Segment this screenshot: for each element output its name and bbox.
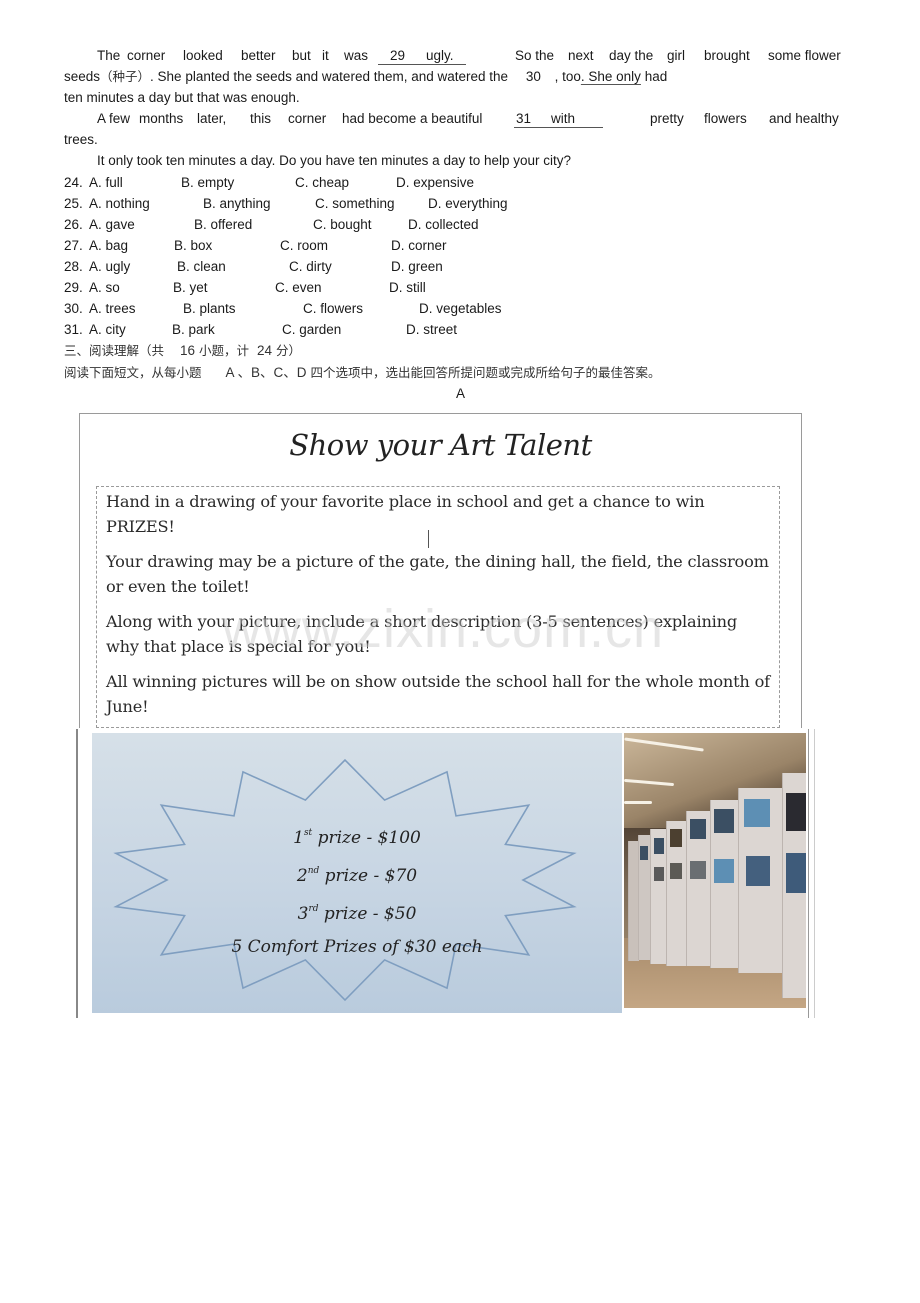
option-b: B. box: [174, 238, 213, 253]
option-b: B. empty: [181, 175, 235, 190]
question-number: 28.: [64, 259, 83, 274]
option-d: D. green: [391, 259, 443, 274]
blank-30: 30: [525, 69, 541, 84]
option-a: A. full: [89, 175, 123, 190]
option-c: C. bought: [313, 217, 372, 232]
text-cursor: [428, 530, 429, 548]
option-b: B. yet: [173, 280, 208, 295]
poster-paragraph: Hand in a drawing of your favorite place…: [106, 492, 705, 536]
option-a: A. ugly: [89, 259, 131, 274]
word: looked: [183, 48, 223, 63]
frame-border: [76, 729, 78, 1018]
word: So the: [515, 48, 555, 63]
option-d: D. expensive: [396, 175, 475, 190]
section-heading: 三、阅读理解（共 16 小题，计 24 分）: [64, 343, 302, 358]
passage-line: ten minutes a day but that was enough.: [64, 90, 300, 105]
word: next: [568, 48, 594, 63]
option-c: C. even: [275, 280, 322, 295]
question-number: 31.: [64, 322, 83, 337]
word: corner: [127, 48, 166, 63]
question-number: 30.: [64, 301, 83, 316]
word: but: [292, 48, 311, 63]
prize-item: 3rd prize - $50: [297, 904, 417, 924]
option-c: C. flowers: [303, 301, 364, 316]
option-a: A. city: [89, 322, 126, 337]
option-a: A. bag: [89, 238, 129, 253]
prize-item: 2nd prize - $70: [296, 866, 418, 886]
frame-border: [808, 729, 809, 1018]
exhibition-photo: [624, 733, 806, 1008]
word: day the: [609, 48, 654, 63]
option-c: C. dirty: [289, 259, 332, 274]
option-d: D. vegetables: [419, 301, 502, 316]
question-number: 27.: [64, 238, 83, 253]
poster: Show your Art Talent Hand in a drawing o…: [79, 413, 802, 728]
prize-list: 1st prize - $100 2nd prize - $70 3rd pri…: [92, 817, 622, 964]
word: was: [344, 48, 369, 63]
word: brought: [704, 48, 750, 63]
word: it: [322, 48, 329, 63]
option-a: A. so: [89, 280, 120, 295]
option-b: B. park: [172, 322, 215, 337]
option-b: B. plants: [183, 301, 236, 316]
word: better: [241, 48, 276, 63]
option-c: C. something: [315, 196, 395, 211]
option-b: B. offered: [194, 217, 253, 232]
option-d: D. collected: [408, 217, 479, 232]
option-b: B. clean: [177, 259, 226, 274]
option-a: A. gave: [89, 217, 135, 232]
option-b: B. anything: [203, 196, 271, 211]
poster-paragraph: Along with your picture, include a short…: [106, 612, 738, 656]
option-d: D. everything: [428, 196, 508, 211]
option-a: A. trees: [89, 301, 136, 316]
question-number: 29.: [64, 280, 83, 295]
poster-title: Show your Art Talent: [289, 428, 592, 462]
poster-text-box: Hand in a drawing of your favorite place…: [96, 486, 780, 728]
question-number: 25.: [64, 196, 83, 211]
word: The: [97, 48, 121, 63]
prize-item: 1st prize - $100: [293, 828, 421, 848]
blank-31: 31 with: [514, 110, 603, 128]
option-a: A. nothing: [89, 196, 150, 211]
option-d: D. corner: [391, 238, 447, 253]
poster-paragraph: All winning pictures will be on show out…: [106, 672, 770, 716]
comfort-prize: 5 Comfort Prizes of $30 each: [231, 937, 483, 957]
word: some flower: [768, 48, 841, 63]
option-c: C. cheap: [295, 175, 350, 190]
question-number: 26.: [64, 217, 83, 232]
option-d: D. still: [389, 280, 426, 295]
poster-paragraph: Your drawing may be a picture of the gat…: [106, 552, 769, 596]
passage-line: trees.: [64, 132, 98, 147]
passage-label: A: [456, 386, 466, 401]
passage-line: It only took ten minutes a day. Do you h…: [97, 153, 572, 168]
passage-line: seeds（种子）. She planted the seeds and wat…: [64, 69, 668, 84]
option-d: D. street: [406, 322, 458, 337]
blank-29: 29 ugly.: [378, 47, 466, 65]
prize-panel: 1st prize - $100 2nd prize - $70 3rd pri…: [92, 733, 622, 1013]
word: girl: [667, 48, 686, 63]
frame-border: [814, 729, 815, 1018]
option-c: C. garden: [282, 322, 342, 337]
section-instructions: 阅读下面短文，从每小题 A 、B、C、D 四个选项中，选出能回答所提问题或完成所…: [64, 365, 661, 380]
option-c: C. room: [280, 238, 329, 253]
question-number: 24.: [64, 175, 83, 190]
